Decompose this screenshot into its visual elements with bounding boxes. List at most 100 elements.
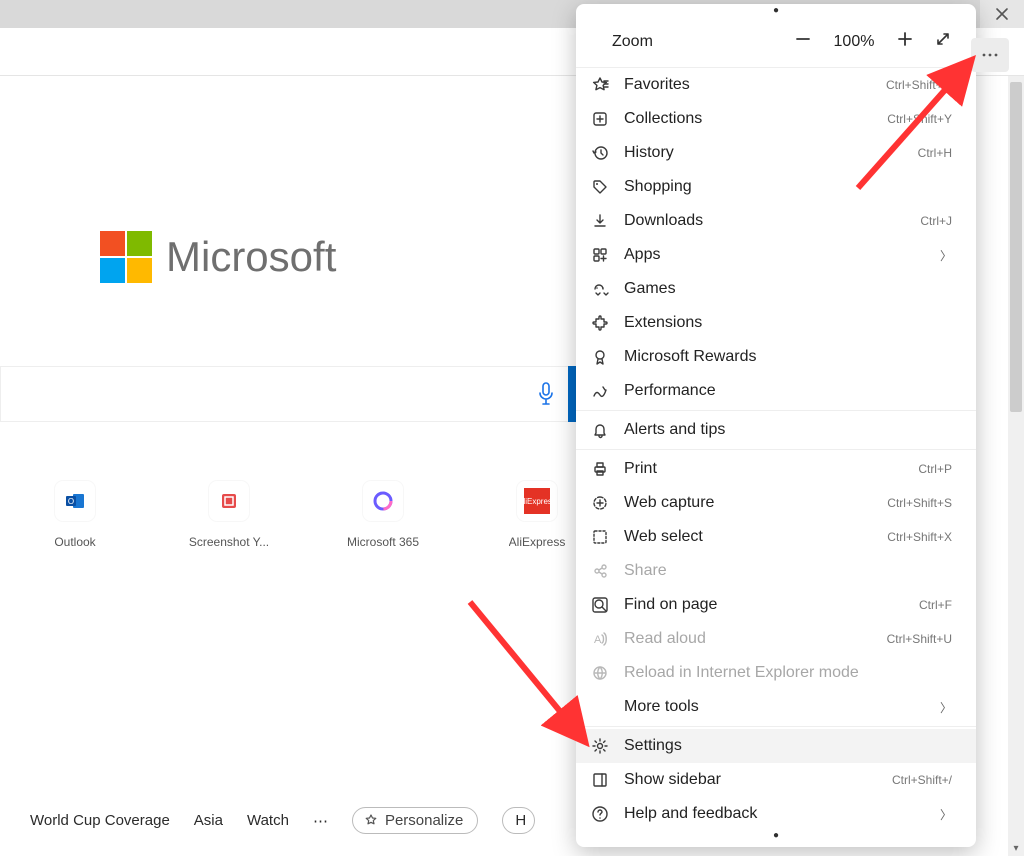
- microsoft-logo: Microsoft: [100, 231, 336, 283]
- menu-item-downloads[interactable]: Downloads Ctrl+J: [576, 204, 976, 238]
- menu-item-shortcut: Ctrl+Shift+U: [887, 632, 952, 646]
- menu-item-label: Extensions: [624, 314, 952, 332]
- help-icon: [590, 805, 610, 823]
- menu-item-performance[interactable]: Performance: [576, 374, 976, 408]
- menu-item-share: Share: [576, 554, 976, 588]
- menu-item-label: Show sidebar: [624, 771, 878, 789]
- search-input[interactable]: [0, 366, 604, 422]
- menu-item-shortcut: Ctrl+P: [918, 462, 952, 476]
- menu-item-web-capture[interactable]: Web capture Ctrl+Shift+S: [576, 486, 976, 520]
- menu-item-print[interactable]: Print Ctrl+P: [576, 452, 976, 486]
- chevron-right-icon: 〉: [940, 806, 952, 823]
- reward-icon: [590, 348, 610, 366]
- personalize-label: Personalize: [385, 812, 463, 829]
- menu-item-help-and-feedback[interactable]: Help and feedback 〉: [576, 797, 976, 831]
- menu-item-label: Favorites: [624, 76, 872, 94]
- menu-item-label: Collections: [624, 110, 873, 128]
- menu-item-label: Reload in Internet Explorer mode: [624, 664, 952, 682]
- feed-link[interactable]: Watch: [247, 812, 289, 829]
- apps-icon: [590, 246, 610, 264]
- download-icon: [590, 212, 610, 230]
- menu-item-microsoft-rewards[interactable]: Microsoft Rewards: [576, 340, 976, 374]
- chevron-right-icon: 〉: [940, 247, 952, 264]
- quick-link-label: AliExpress: [509, 535, 566, 549]
- m365-icon: [363, 481, 403, 521]
- menu-grip-icon: ●: [576, 8, 976, 18]
- scrollbar-down-icon[interactable]: ▾: [1008, 843, 1024, 854]
- voice-search-icon[interactable]: [528, 370, 564, 418]
- menu-item-find-on-page[interactable]: Find on page Ctrl+F: [576, 588, 976, 622]
- menu-item-shortcut: Ctrl+Shift+S: [887, 496, 952, 510]
- annotation-arrow-top: [840, 48, 1000, 208]
- menu-item-label: Share: [624, 562, 952, 580]
- microsoft-logo-icon: [100, 231, 152, 283]
- menu-item-more-tools[interactable]: More tools 〉: [576, 690, 976, 724]
- menu-item-label: Web capture: [624, 494, 873, 512]
- menu-item-label: Games: [624, 280, 952, 298]
- perf-icon: [590, 382, 610, 400]
- menu-item-label: Performance: [624, 382, 952, 400]
- menu-item-alerts-and-tips[interactable]: Alerts and tips: [576, 413, 976, 447]
- quick-link-aliexpress[interactable]: AliExpress AliExpress: [492, 481, 582, 549]
- menu-item-apps[interactable]: Apps 〉: [576, 238, 976, 272]
- menu-item-label: More tools: [624, 698, 926, 716]
- menu-item-label: Downloads: [624, 212, 906, 230]
- scrollbar[interactable]: ▾: [1008, 76, 1024, 856]
- menu-item-label: Alerts and tips: [624, 421, 952, 439]
- personalize-button[interactable]: Personalize: [352, 807, 478, 834]
- share-icon: [590, 562, 610, 580]
- capture-icon: [590, 494, 610, 512]
- menu-item-label: Web select: [624, 528, 873, 546]
- menu-item-label: Print: [624, 460, 904, 478]
- menu-item-label: Microsoft Rewards: [624, 348, 952, 366]
- quick-link-m365[interactable]: Microsoft 365: [338, 481, 428, 549]
- annotation-arrow-bottom: [456, 590, 616, 760]
- quick-link-label: Microsoft 365: [347, 535, 419, 549]
- outlook-icon: O: [55, 481, 95, 521]
- select-icon: [590, 528, 610, 546]
- menu-item-extensions[interactable]: Extensions: [576, 306, 976, 340]
- feed-link[interactable]: Asia: [194, 812, 223, 829]
- games-icon: [590, 280, 610, 298]
- menu-item-label: Settings: [624, 737, 952, 755]
- feed-more-icon[interactable]: ⋯: [313, 812, 328, 830]
- menu-item-label: Read aloud: [624, 630, 873, 648]
- svg-text:O: O: [68, 497, 74, 506]
- menu-item-shortcut: Ctrl+Shift+/: [892, 773, 952, 787]
- scrollbar-thumb[interactable]: [1010, 82, 1022, 412]
- menu-item-read-aloud: A Read aloud Ctrl+Shift+U: [576, 622, 976, 656]
- window-close-button[interactable]: [980, 0, 1024, 28]
- feed-h-button[interactable]: H: [502, 807, 535, 834]
- sidebar-icon: [590, 771, 610, 789]
- zoom-out-button[interactable]: [794, 30, 812, 53]
- menu-item-shortcut: Ctrl+Shift+X: [887, 530, 952, 544]
- star-icon: [590, 76, 610, 94]
- menu-item-web-select[interactable]: Web select Ctrl+Shift+X: [576, 520, 976, 554]
- quick-link-label: Outlook: [54, 535, 95, 549]
- tag-icon: [590, 178, 610, 196]
- ext-icon: [590, 314, 610, 332]
- collections-icon: [590, 110, 610, 128]
- menu-item-shortcut: Ctrl+J: [920, 214, 952, 228]
- menu-item-label: Help and feedback: [624, 805, 926, 823]
- menu-item-games[interactable]: Games: [576, 272, 976, 306]
- chevron-right-icon: 〉: [940, 699, 952, 716]
- quick-link-label: Screenshot Y...: [189, 535, 269, 549]
- history-icon: [590, 144, 610, 162]
- menu-item-shortcut: Ctrl+F: [919, 598, 952, 612]
- microsoft-logo-text: Microsoft: [166, 233, 336, 281]
- quick-link-outlook[interactable]: O Outlook: [30, 481, 120, 549]
- menu-grip-icon: ●: [576, 833, 976, 843]
- menu-item-settings[interactable]: Settings: [576, 729, 976, 763]
- feed-link[interactable]: World Cup Coverage: [30, 812, 170, 829]
- zoom-label: Zoom: [612, 33, 794, 51]
- menu-item-reload-in-internet-explorer-mode: Reload in Internet Explorer mode: [576, 656, 976, 690]
- bell-icon: [590, 421, 610, 439]
- aliexpress-icon: AliExpress: [517, 481, 557, 521]
- quick-link-screenshot[interactable]: Screenshot Y...: [184, 481, 274, 549]
- screenshot-icon: [209, 481, 249, 521]
- menu-item-label: Apps: [624, 246, 926, 264]
- menu-item-show-sidebar[interactable]: Show sidebar Ctrl+Shift+/: [576, 763, 976, 797]
- print-icon: [590, 460, 610, 478]
- menu-item-label: Find on page: [624, 596, 905, 614]
